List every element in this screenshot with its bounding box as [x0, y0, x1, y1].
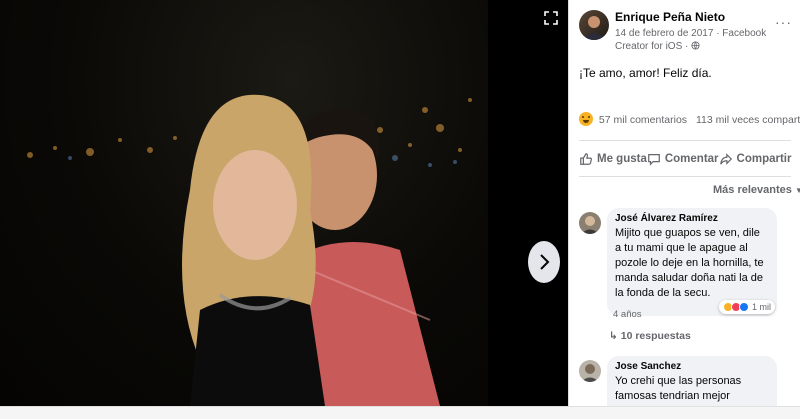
post-stats: 57 mil comentarios 113 mil veces compart…: [579, 112, 800, 126]
like-reaction-icon: [739, 302, 749, 312]
comment-sort-label: Más relevantes: [713, 184, 792, 196]
comment-reactions[interactable]: 1 mil: [719, 300, 776, 314]
more-options-button[interactable]: ···: [775, 14, 792, 30]
couple-portrait: [182, 94, 440, 406]
share-arrow-icon: [719, 153, 732, 165]
commenter-avatar[interactable]: [579, 212, 601, 234]
replies-label: 10 respuestas: [620, 330, 691, 342]
post-meta: 14 de febrero de 2017 · Facebook Creator…: [615, 27, 775, 53]
haha-reaction-icon[interactable]: [579, 112, 593, 126]
comment-button[interactable]: Comentar: [647, 152, 719, 166]
author-avatar[interactable]: [579, 10, 609, 40]
thumbs-up-icon: [580, 153, 592, 165]
post-actions: Me gusta Comentar Compartir: [579, 146, 791, 172]
comment-text: Mijito que guapos se ven, dile a tu mami…: [615, 227, 764, 299]
comment-icon: [647, 154, 660, 166]
view-replies-button[interactable]: ↳ 10 respuestas: [609, 330, 691, 342]
reply-arrow-icon: ↳: [609, 330, 618, 342]
commenter-avatar[interactable]: [579, 360, 601, 382]
media-viewer: [0, 0, 568, 406]
divider: [579, 176, 791, 177]
share-button[interactable]: Compartir: [719, 152, 792, 166]
post-panel: Enrique Peña Nieto 14 de febrero de 2017…: [568, 0, 800, 406]
next-photo-button[interactable]: [528, 241, 560, 283]
commenter-name[interactable]: José Álvarez Ramírez: [615, 213, 769, 224]
author-name[interactable]: Enrique Peña Nieto: [615, 10, 725, 24]
chevron-right-icon: [540, 254, 550, 270]
comment-time[interactable]: 4 años: [613, 309, 642, 320]
shares-count[interactable]: 113 mil veces compartido: [696, 114, 800, 126]
comment-sort-dropdown[interactable]: Más relevantes ▼: [713, 184, 800, 196]
facebook-photo-viewer: Enrique Peña Nieto 14 de febrero de 2017…: [0, 0, 800, 419]
reaction-count: 1 mil: [752, 302, 772, 312]
post-text: ¡Te amo, amor! Feliz día.: [579, 66, 712, 80]
comment-bubble: Jose Sanchez Yo crehi que las personas f…: [607, 356, 777, 406]
share-label: Compartir: [736, 153, 792, 165]
like-button[interactable]: Me gusta: [579, 152, 647, 166]
post-photo[interactable]: [0, 0, 488, 406]
bottom-edge: [0, 406, 800, 419]
comments-count[interactable]: 57 mil comentarios: [599, 114, 687, 126]
globe-icon: [691, 41, 700, 50]
expand-icon[interactable]: [540, 10, 562, 32]
divider: [579, 140, 791, 141]
like-label: Me gusta: [597, 153, 647, 165]
comment-label: Comentar: [664, 153, 719, 165]
comment-text: Yo crehi que las personas famosas tendri…: [615, 375, 742, 406]
commenter-name[interactable]: Jose Sanchez: [615, 361, 769, 372]
caret-down-icon: ▼: [795, 186, 800, 195]
